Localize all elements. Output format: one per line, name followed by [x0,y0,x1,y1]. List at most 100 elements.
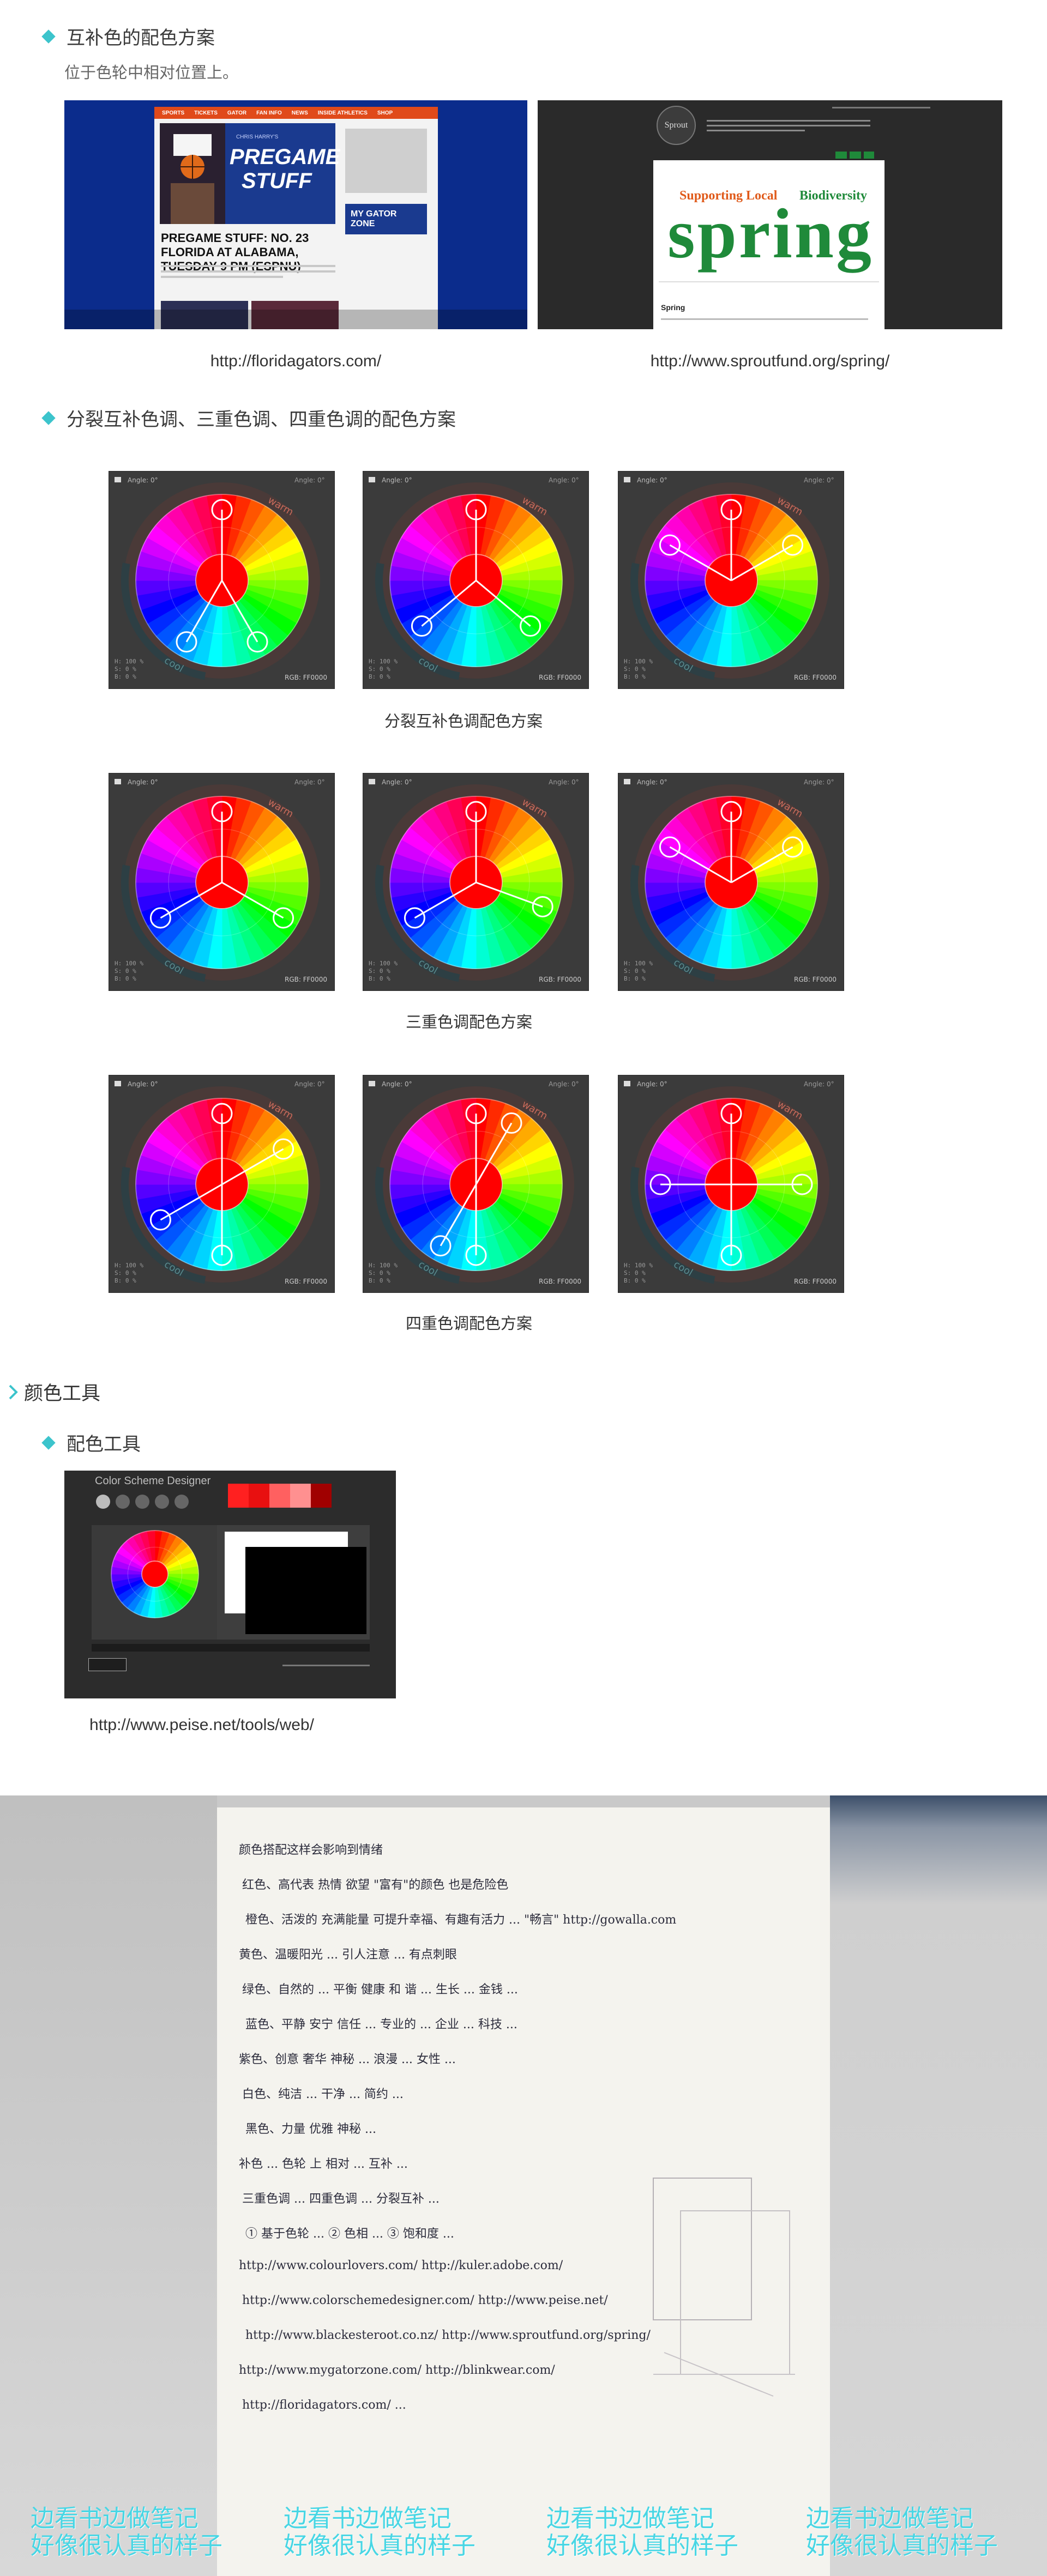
fl-nav-item: FAN INFO [256,110,282,116]
hsb-label: S: 0 % [115,967,136,975]
section-heading-complementary: 互补色的配色方案 [41,23,215,50]
rgb-label: RGB: FF0000 [794,976,837,983]
color-wheel-panel: Angle: 0° Angle: 0° warm cool H: 100 % S: 0 %… [618,471,844,689]
angle-label: Angle: 0° [382,778,412,786]
sprout-topnav [832,107,930,108]
tool-tabbar[interactable] [92,1644,370,1652]
hsb-label: H: 100 % [369,658,398,665]
hsb-label: S: 0 % [115,666,136,673]
handwritten-line: http://www.blackesteroot.co.nz/ http://w… [245,2329,651,2342]
sproutfund-screenshot: Sprout Supporting Local Biodiversity spr… [538,100,1002,329]
color-wheel-panel: Angle: 0° Angle: 0° warm cool H: 100 % S: 0 %… [618,773,844,991]
hsb-label: B: 0 % [115,1277,136,1284]
handwritten-line: 补色 ... 色轮 上 相对 ... 互补 ... [239,2157,408,2171]
section-heading-split: 分裂互补色调、三重色调、四重色调的配色方案 [41,404,456,431]
hsb-label: S: 0 % [624,666,646,673]
handwritten-line: 蓝色、平静 安宁 信任 ... 专业的 ... 企业 ... 科技 ... [245,2018,518,2031]
fl-hero: CHRIS HARRY'S PREGAME STUFF [160,123,340,224]
preview-dark [245,1547,366,1634]
hsb-label: S: 0 % [369,967,390,975]
hsb-label: B: 0 % [369,1277,390,1284]
swatch [228,1484,249,1508]
heading-text: 互补色的配色方案 [67,28,215,49]
fl-body-lines [161,265,335,286]
handwritten-line: 红色、高代表 热情 欲望 "富有"的颜色 也是危险色 [242,1878,509,1892]
watermark-3: 边看书边做笔记 好像很认真的样子 [546,2505,738,2560]
fl-ad-placeholder [345,129,427,193]
category-title: 颜色工具 [24,1383,101,1404]
watermark-4: 边看书边做笔记 好像很认真的样子 [806,2505,998,2560]
handwritten-line: 橙色、活泼的 充满能量 可提升幸福、有趣有活力 ... "畅言" http://… [245,1913,677,1927]
angle-label-right: Angle: 0° [549,476,579,484]
sprout-btn-1 [835,152,847,159]
example-url-florida[interactable]: http://floridagators.com/ [64,352,527,371]
color-wheel-icon: Angle: 0° Angle: 0°warmcoolH: 100 %S: 0 %… [624,778,837,983]
sprout-divider [659,281,879,282]
angle-label-right: Angle: 0° [294,778,325,786]
color-wheel-panel: Angle: 0° Angle: 0° warm cool H: 100 % S: 0 %… [109,773,335,991]
category-heading-tools: 颜色工具 [8,1378,100,1406]
hsb-label: H: 100 % [115,658,143,665]
handwritten-line: http://www.colourlovers.com/ http://kule… [239,2259,563,2272]
sprout-btn-2 [850,152,861,159]
angle-label: Angle: 0° [637,476,667,484]
angle-label-right: Angle: 0° [804,778,834,786]
sprout-logo: Sprout [657,106,696,145]
hsb-label: B: 0 % [369,975,390,982]
fl-nav-item: TICKETS [194,110,218,116]
sprout-wordmark: spring [667,195,874,273]
color-wheel-panel: Angle: 0° Angle: 0° warm cool H: 100 % S: 0 %… [363,773,589,991]
rgb-label: RGB: FF0000 [285,976,327,983]
floridagators-screenshot: SPORTS TICKETS GATOR FAN INFO NEWS INSID… [64,100,527,329]
angle-label: Angle: 0° [382,1080,412,1088]
fl-nav-item: NEWS [291,110,308,116]
hsb-label: B: 0 % [624,975,646,982]
watermark-1: 边看书边做笔记 好像很认真的样子 [31,2505,222,2560]
rgb-label: RGB: FF0000 [539,674,581,681]
color-scheme-designer-screenshot: Color Scheme Designer [64,1471,396,1698]
watermark-line-2: 好像很认真的样子 [31,2532,222,2560]
rgb-label: RGB: FF0000 [285,1278,327,1285]
rgb-label: RGB: FF0000 [794,674,837,681]
color-wheel-icon: Angle: 0° Angle: 0°warmcoolH: 100 %S: 0 %… [624,1080,837,1285]
hsb-label: S: 0 % [624,1269,646,1277]
hsb-label: H: 100 % [624,1262,653,1269]
sprout-intro-lines [707,120,870,131]
fl-nav-item: SHOP [377,110,393,116]
handwritten-line: http://www.mygatorzone.com/ http://blink… [239,2363,555,2377]
watermark-line-2: 好像很认真的样子 [806,2532,998,2560]
watermark-line-1: 边看书边做笔记 [806,2505,974,2532]
tool-hex-input[interactable] [88,1658,127,1671]
handwritten-line: 紫色、创意 奢华 神秘 ... 浪漫 ... 女性 ... [239,2053,456,2066]
handwritten-line: 颜色搭配这样会影响到情绪 [239,1843,383,1857]
color-wheel-icon: Angle: 0° Angle: 0°warmcoolH: 100 %S: 0 %… [624,476,837,681]
fl-nav-item: GATOR [227,110,247,116]
sprout-page: Supporting Local Biodiversity spring Spr… [653,160,884,329]
fl-hero-title-1: PREGAME [230,145,340,169]
fl-footer-shade [64,310,527,329]
fl-nav: SPORTS TICKETS GATOR FAN INFO NEWS INSID… [154,107,438,119]
heading-text: 配色工具 [67,1434,141,1455]
handwritten-line: http://floridagators.com/ ... [242,2398,406,2412]
hsb-label: B: 0 % [115,673,136,680]
example-url-sprout[interactable]: http://www.sproutfund.org/spring/ [538,352,1002,371]
hsb-label: H: 100 % [115,960,143,967]
fl-zone-label: MY GATOR ZONE [345,204,427,234]
angle-label-right: Angle: 0° [549,778,579,786]
tool-mode-buttons[interactable] [96,1495,189,1509]
angle-label: Angle: 0° [637,1080,667,1088]
angle-label-right: Angle: 0° [294,1080,325,1088]
fl-nav-item: INSIDE ATHLETICS [317,110,368,116]
sprout-btn-3 [864,152,874,159]
rgb-label: RGB: FF0000 [539,1278,581,1285]
watermark-line-1: 边看书边做笔记 [284,2505,452,2532]
handwritten-line: ① 基于色轮 ... ② 色相 ... ③ 饱和度 ... [245,2227,454,2241]
watermark-line-2: 好像很认真的样子 [284,2532,476,2560]
hsb-label: S: 0 % [624,967,646,975]
hsb-label: B: 0 % [369,673,390,680]
tool-preview-area [217,1525,370,1640]
angle-label-right: Angle: 0° [804,476,834,484]
angle-label: Angle: 0° [637,778,667,786]
swatch [269,1484,290,1508]
tool-url[interactable]: http://www.peise.net/tools/web/ [22,1716,382,1734]
